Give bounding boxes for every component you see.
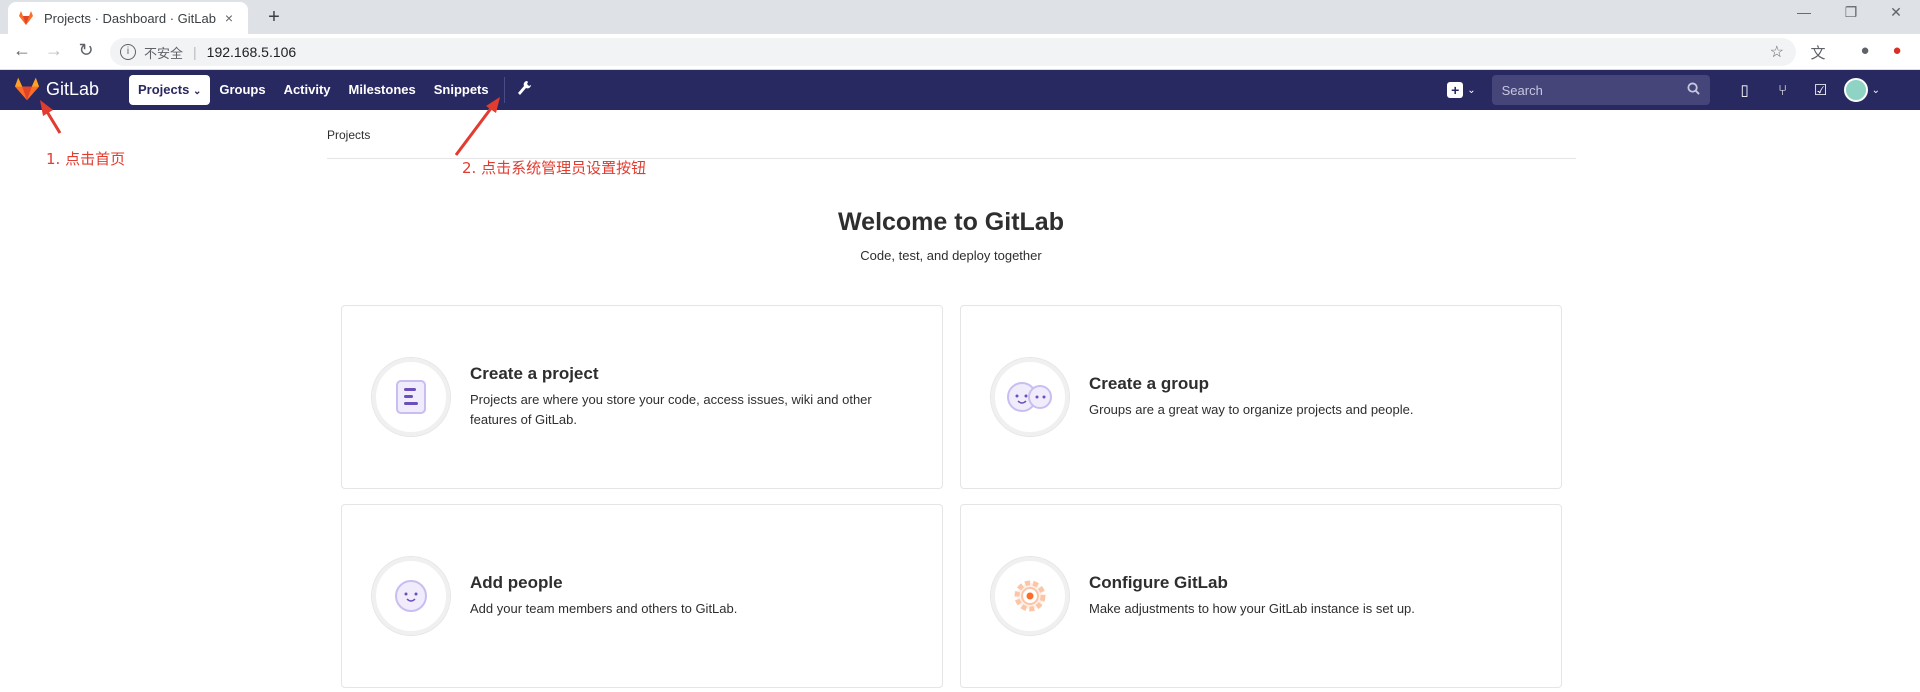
- annotation-step-1: 1. 点击首页: [46, 150, 126, 168]
- annotation-step-2: 2. 点击系统管理员设置按钮: [462, 159, 647, 177]
- person-icon: [372, 557, 450, 635]
- gear-icon: [991, 557, 1069, 635]
- card-title: Create a group: [1089, 374, 1209, 393]
- card-title: Create a project: [470, 364, 599, 383]
- card-title: Configure GitLab: [1089, 573, 1228, 592]
- card-title: Add people: [470, 573, 563, 592]
- breadcrumb-divider: [327, 158, 1576, 159]
- page-subtitle: Code, test, and deploy together: [860, 248, 1042, 263]
- create-project-card[interactable]: Create a project Projects are where you …: [341, 305, 943, 489]
- create-group-card[interactable]: Create a group Groups are a great way to…: [960, 305, 1562, 489]
- page-title: Welcome to GitLab: [838, 208, 1064, 236]
- add-people-card[interactable]: Add people Add your team members and oth…: [341, 504, 943, 688]
- project-icon: [372, 358, 450, 436]
- card-description: Add your team members and others to GitL…: [470, 601, 738, 616]
- card-description: Projects are where you store your code, …: [470, 392, 872, 427]
- group-icon: [991, 358, 1069, 436]
- configure-gitlab-card[interactable]: Configure GitLab Make adjustments to how…: [960, 504, 1562, 688]
- card-description: Make adjustments to how your GitLab inst…: [1089, 601, 1415, 616]
- card-description: Groups are a great way to organize proje…: [1089, 402, 1414, 417]
- breadcrumb[interactable]: Projects: [327, 128, 370, 142]
